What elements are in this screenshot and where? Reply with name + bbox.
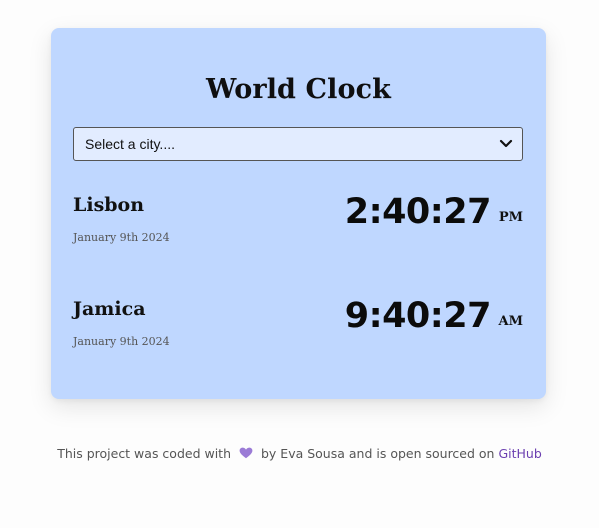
city-name: Jamica bbox=[73, 298, 146, 320]
footer: This project was coded with by Eva Sousa… bbox=[0, 446, 599, 462]
city-date: January 9th 2024 bbox=[73, 335, 170, 348]
city-ampm: AM bbox=[498, 314, 523, 329]
github-link[interactable]: GitHub bbox=[498, 446, 541, 461]
city-ampm: PM bbox=[498, 210, 523, 225]
city-row-jamica: Jamica January 9th 2024 9:40:27 AM bbox=[73, 296, 523, 358]
heart-icon bbox=[239, 447, 253, 462]
chevron-down-icon bbox=[499, 139, 513, 148]
city-select[interactable]: Select a city.... bbox=[73, 127, 523, 161]
footer-text-after: by Eva Sousa and is open sourced on bbox=[260, 446, 495, 461]
city-select-value: Select a city.... bbox=[85, 136, 175, 152]
city-time: 9:40:27 bbox=[344, 296, 492, 336]
world-clock-card: World Clock Select a city.... Lisbon Jan… bbox=[51, 28, 546, 399]
city-time: 2:40:27 bbox=[344, 192, 492, 232]
city-date: January 9th 2024 bbox=[73, 231, 170, 244]
city-row-lisbon: Lisbon January 9th 2024 2:40:27 PM bbox=[73, 192, 523, 254]
footer-text-before: This project was coded with bbox=[57, 446, 232, 461]
city-name: Lisbon bbox=[73, 194, 145, 216]
page-title: World Clock bbox=[206, 74, 391, 105]
